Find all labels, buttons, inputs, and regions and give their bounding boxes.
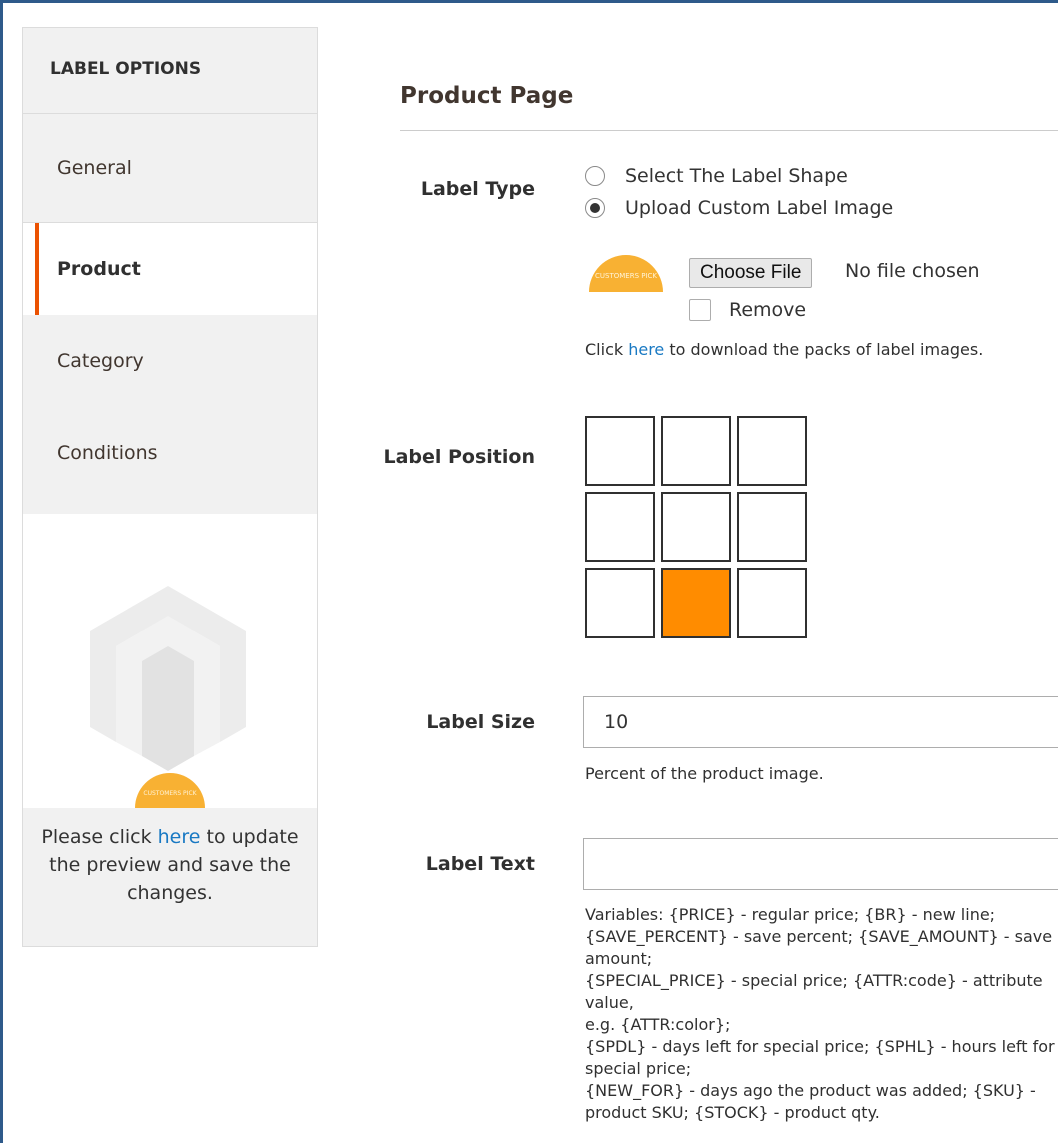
download-packs-link[interactable]: here — [628, 340, 664, 359]
section-divider — [400, 130, 1058, 131]
label-position-label: Label Position — [383, 446, 535, 468]
label-text-input[interactable] — [583, 838, 1058, 890]
label-preview: CUSTOMERS PICK — [23, 514, 317, 808]
position-bottom-right[interactable] — [737, 568, 807, 638]
label-text-label: Label Text — [425, 853, 535, 875]
preview-note: Please click here to update the preview … — [41, 826, 299, 904]
sidebar-item-conditions[interactable]: Conditions — [23, 407, 317, 499]
label-type-label: Label Type — [420, 178, 535, 200]
label-size-label: Label Size — [426, 711, 535, 733]
sidebar-item-label: General — [57, 157, 132, 179]
position-top-right[interactable] — [737, 416, 807, 486]
app-frame: LABEL OPTIONS General Product Category C… — [0, 0, 1058, 1143]
uploaded-label-thumbnail: CUSTOMERS PICK — [589, 255, 663, 292]
svg-text:CUSTOMERS PICK: CUSTOMERS PICK — [595, 272, 657, 280]
sidebar-item-label: Category — [57, 350, 144, 372]
position-middle-center[interactable] — [661, 492, 731, 562]
radio-label: Upload Custom Label Image — [625, 197, 894, 219]
svg-text:CUSTOMERS PICK: CUSTOMERS PICK — [143, 790, 197, 797]
choose-file-button[interactable]: Choose File — [689, 258, 813, 288]
position-bottom-left[interactable] — [585, 568, 655, 638]
label-size-hint: Percent of the product image. — [585, 764, 824, 783]
position-middle-left[interactable] — [585, 492, 655, 562]
sidebar: LABEL OPTIONS General Product Category C… — [22, 27, 318, 947]
sidebar-item-label: Product — [57, 258, 141, 280]
position-grid — [585, 416, 807, 638]
section-title: Product Page — [400, 83, 574, 109]
remove-checkbox-row[interactable]: Remove — [689, 299, 806, 321]
variables-hint: Variables: {PRICE} - regular price; {BR}… — [585, 905, 1055, 1122]
remove-label: Remove — [729, 299, 807, 321]
radio-circle[interactable] — [585, 166, 605, 186]
download-hint: Click here to download the packs of labe… — [585, 340, 984, 359]
radio-label: Select The Label Shape — [625, 165, 848, 187]
sidebar-item-general[interactable]: General — [23, 114, 317, 223]
sidebar-item-label: Conditions — [57, 442, 158, 464]
label-size-input[interactable] — [583, 696, 1058, 748]
remove-checkbox[interactable] — [689, 299, 711, 321]
position-bottom-center[interactable] — [661, 568, 731, 638]
position-middle-right[interactable] — [737, 492, 807, 562]
sidebar-item-category[interactable]: Category — [23, 315, 317, 407]
update-preview-link[interactable]: here — [158, 826, 201, 848]
magento-logo-icon — [90, 586, 246, 771]
sidebar-title: LABEL OPTIONS — [23, 28, 317, 114]
radio-circle[interactable] — [585, 198, 605, 218]
radio-select-shape[interactable]: Select The Label Shape — [585, 165, 848, 187]
customers-pick-badge-icon: CUSTOMERS PICK — [135, 773, 205, 808]
position-top-left[interactable] — [585, 416, 655, 486]
radio-upload-image[interactable]: Upload Custom Label Image — [585, 197, 893, 219]
position-top-center[interactable] — [661, 416, 731, 486]
sidebar-item-product[interactable]: Product — [23, 223, 317, 315]
file-status: No file chosen — [845, 260, 980, 282]
